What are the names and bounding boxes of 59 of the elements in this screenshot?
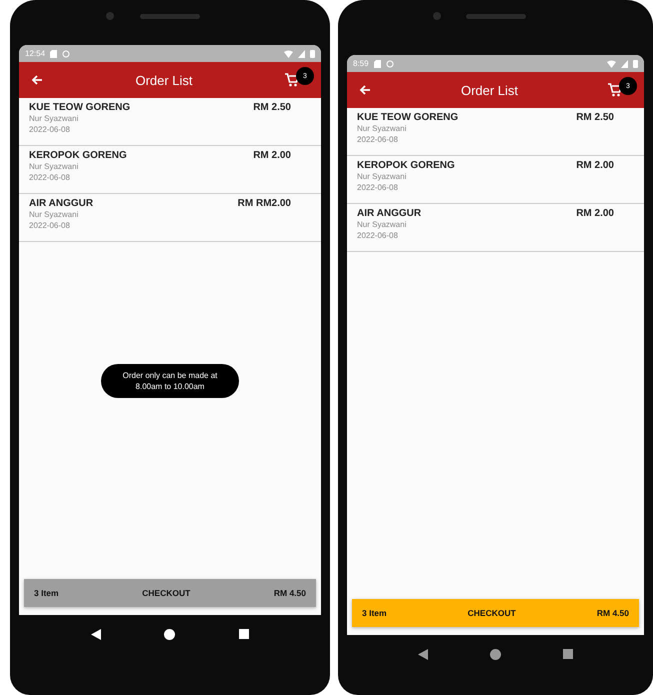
speaker-icon [140,14,200,19]
back-nav-icon[interactable] [90,628,101,640]
order-row[interactable]: KEROPOK GORENG Nur Syazwani 2022-06-08 RM 2.00 [19,146,321,194]
food-name: AIR ANGGUR [29,198,94,209]
back-arrow-icon[interactable] [359,84,371,96]
screen-title: Order List [460,82,520,98]
status-time: 12:54 [25,49,46,58]
order-price: RM 2.00 [576,208,614,221]
order-date: 2022-06-08 [29,124,71,135]
seller-name: Nur Syazwani [29,113,80,124]
seller-name: Nur Syazwani [357,171,408,182]
order-price: RM RM2.00 [238,198,291,211]
cart-icon[interactable] [285,73,299,87]
order-date: 2022-06-08 [29,172,71,183]
battery-icon [633,60,638,68]
order-row[interactable]: AIR ANGGUR Nur Syazwani 2022-06-08 RM 2.00 [347,204,644,252]
wifi-icon [284,50,293,58]
camera-icon [432,12,440,20]
signal-icon [298,50,305,58]
order-price: RM 2.00 [253,150,291,163]
circle-icon [62,50,70,58]
screen-title: Order List [134,72,194,88]
order-price: RM 2.50 [253,102,291,115]
back-arrow-icon[interactable] [31,74,43,86]
order-date: 2022-06-08 [357,182,399,193]
circle-icon [386,60,394,68]
food-name: KEROPOK GORENG [29,150,127,161]
cart-icon[interactable] [608,83,622,97]
speaker-icon [466,14,526,19]
signal-icon [621,60,628,68]
order-date: 2022-06-08 [357,134,399,145]
seller-name: Nur Syazwani [29,161,80,172]
food-name: KEROPOK GORENG [357,160,455,171]
order-date: 2022-06-08 [29,220,71,231]
home-nav-icon[interactable] [490,648,501,660]
sd-card-icon [374,60,381,68]
order-price: RM 2.50 [576,112,614,125]
sd-card-icon [50,50,58,58]
order-date: 2022-06-08 [357,230,399,241]
order-row[interactable]: KUE TEOW GORENG Nur Syazwani 2022-06-08 RM 2.50 [347,108,644,156]
food-name: KUE TEOW GORENG [29,102,130,113]
toast-message: Order only can be made at 8.00am to 10.00am [101,364,239,398]
camera-icon [106,12,114,20]
seller-name: Nur Syazwani [357,219,408,230]
wifi-icon [607,60,616,68]
seller-name: Nur Syazwani [29,209,80,220]
order-price: RM 2.00 [576,160,614,173]
food-name: AIR ANGGUR [357,208,422,219]
battery-icon [310,50,315,58]
checkout-button[interactable]: 3 Item CHECKOUT RM 4.50 [352,599,639,627]
order-row[interactable]: KEROPOK GORENG Nur Syazwani 2022-06-08 RM 2.00 [347,156,644,204]
seller-name: Nur Syazwani [357,123,408,134]
status-time: 8:59 [353,59,369,68]
home-nav-icon[interactable] [164,628,176,640]
order-row[interactable]: AIR ANGGUR Nur Syazwani 2022-06-08 RM RM2.00 [19,194,321,242]
order-row[interactable]: KUE TEOW GORENG Nur Syazwani 2022-06-08 RM 2.50 [19,98,321,146]
food-name: KUE TEOW GORENG [357,112,458,123]
back-nav-icon[interactable] [418,648,428,660]
recents-nav-icon[interactable] [239,629,250,639]
